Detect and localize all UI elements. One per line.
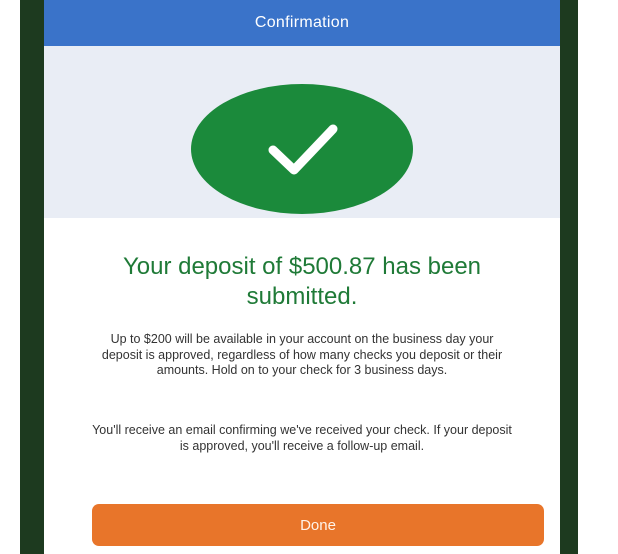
page-title: Confirmation: [254, 14, 350, 31]
checkmark-icon: [191, 84, 413, 214]
availability-text: Up to $200 will be available in your acc…: [101, 332, 503, 377]
confirmation-screen: Confirmation Your deposit of $500.87 has…: [44, 0, 560, 554]
success-banner: [44, 46, 560, 218]
checkmark-glyph: [268, 124, 338, 175]
device-frame: Confirmation Your deposit of $500.87 has…: [20, 0, 578, 554]
header-bar: Confirmation: [44, 0, 560, 46]
done-button[interactable]: Done: [92, 504, 544, 546]
deposit-headline: Your deposit of $500.87 has been submitt…: [122, 253, 482, 310]
email-notice-text: You'll receive an email confirming we've…: [92, 423, 512, 453]
